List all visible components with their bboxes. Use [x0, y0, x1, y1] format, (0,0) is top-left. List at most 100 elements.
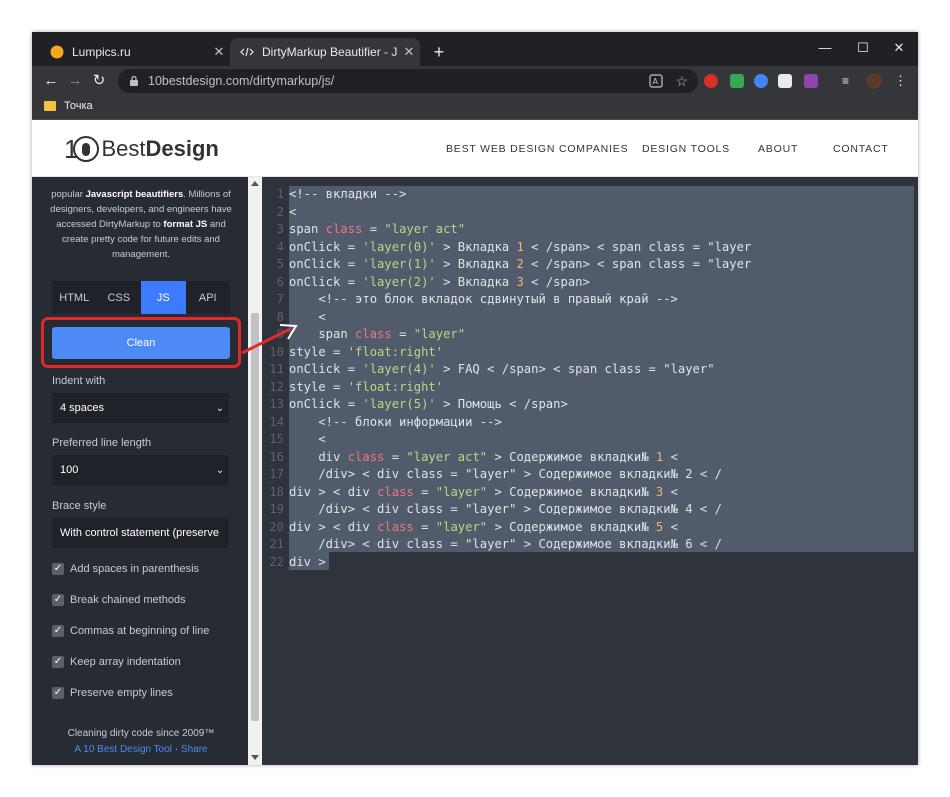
option-break-chained-methods[interactable]: ✓ Break chained methods	[52, 594, 186, 606]
nav-design-tools[interactable]: DESIGN TOOLS	[642, 143, 730, 155]
code-token: 'layer(5)'	[362, 397, 436, 411]
line-number: 3	[276, 222, 284, 236]
code-line: div >	[289, 555, 326, 569]
new-tab-button[interactable]: +	[428, 41, 450, 63]
code-line: <	[289, 205, 296, 219]
extension-vpn-icon[interactable]	[754, 74, 768, 88]
back-arrow-icon[interactable]: ←	[40, 70, 62, 92]
extension-opera-icon[interactable]	[704, 74, 718, 88]
code-token: div > < div	[289, 519, 378, 534]
extension-puzzle-icon[interactable]	[778, 74, 792, 88]
checkbox-checked-icon[interactable]: ✓	[52, 563, 64, 575]
checkbox-checked-icon[interactable]: ✓	[52, 656, 64, 668]
checkbox-checked-icon[interactable]: ✓	[52, 594, 64, 606]
best-design-tool-link[interactable]: A 10 Best Design Tool	[74, 744, 172, 755]
line-length-value: 100	[60, 464, 79, 476]
code-line: onClick = 'layer(4)' > FAQ < /span> < sp…	[289, 362, 715, 376]
checkbox-checked-icon[interactable]: ✓	[52, 625, 64, 637]
reading-list-icon[interactable]: ≡	[842, 74, 856, 88]
option-preserve-empty-lines[interactable]: ✓ Preserve empty lines	[52, 687, 173, 699]
code-token: 'layer(4)'	[362, 362, 436, 376]
nav-best-web-design-companies[interactable]: BEST WEB DESIGN COMPANIES	[446, 143, 628, 155]
tab-api[interactable]: API	[186, 281, 231, 314]
tab-css[interactable]: CSS	[97, 281, 142, 314]
code-token: class	[377, 484, 414, 499]
option-label: Commas at beginning of line	[70, 625, 210, 637]
code-line: span class = "layer act"	[289, 222, 465, 236]
extension-purple-icon[interactable]	[804, 74, 818, 88]
scroll-down-icon[interactable]	[251, 755, 259, 760]
code-token: 1	[516, 239, 524, 254]
code-token: =	[391, 327, 414, 341]
code-token: <!-- это блок вкладок сдвинутый в правый…	[289, 292, 678, 306]
code-token: 'layer(0)'	[362, 239, 436, 254]
logo-design: Design	[145, 136, 219, 161]
menu-dots-icon[interactable]: ⋮	[894, 74, 908, 88]
extension-music-icon[interactable]	[730, 74, 744, 88]
line-number: 15	[269, 432, 284, 446]
code-line: <!-- вкладки -->	[289, 187, 406, 201]
site-logo[interactable]: 10 1 Best Design	[64, 134, 219, 164]
code-token: "layer act"	[384, 222, 466, 236]
maximize-button[interactable]: ☐	[850, 38, 876, 58]
brace-style-label: Brace style	[52, 500, 107, 512]
option-keep-array-indentation[interactable]: ✓ Keep array indentation	[52, 656, 181, 668]
translate-icon[interactable]: A	[649, 74, 664, 88]
code-editor[interactable]: 1 <!-- вкладки --> 2 <3 span class = "layer …	[262, 177, 918, 765]
reload-icon[interactable]: ↻	[88, 70, 110, 92]
code-token: /div> < div class = "layer" > Содержимое…	[289, 537, 722, 551]
code-token: > Содержимое вкладки№	[487, 484, 656, 499]
checkbox-checked-icon[interactable]: ✓	[52, 687, 64, 699]
share-link[interactable]: Share	[181, 744, 208, 755]
code-token: 'layer(2)'	[362, 274, 436, 289]
line-number: 5	[276, 257, 284, 271]
forward-arrow-icon[interactable]: →	[64, 70, 86, 92]
tab-title: DirtyMarkup Beautifier - Javascrip	[262, 45, 398, 59]
close-tab-icon[interactable]: ✕	[208, 44, 230, 60]
code-token: style =	[289, 379, 348, 394]
tab-lumpics[interactable]: Lumpics.ru ✕	[40, 38, 230, 66]
options-sidebar: popular Javascript beautifiers. Millions…	[32, 177, 248, 765]
line-number: 21	[269, 537, 284, 551]
tab-dirtymarkup[interactable]: DirtyMarkup Beautifier - Javascrip ✕	[230, 38, 420, 66]
code-line: div > < div class = "layer" > Содержимое…	[289, 485, 678, 499]
line-number: 18	[269, 484, 284, 499]
code-token: =	[384, 449, 407, 464]
minimize-button[interactable]: —	[812, 38, 838, 58]
indent-value: 4 spaces	[60, 402, 105, 414]
indent-select[interactable]: 4 spaces ⌄	[52, 393, 229, 423]
address-bar[interactable]: 10bestdesign.com/dirtymarkup/js/ A ☆	[118, 69, 698, 93]
code-line: div > < div class = "layer" > Содержимое…	[289, 520, 678, 534]
nav-about[interactable]: ABOUT	[758, 143, 798, 155]
line-length-select[interactable]: 100 ⌄	[52, 455, 229, 485]
option-commas-at-beginning[interactable]: ✓ Commas at beginning of line	[52, 625, 209, 637]
option-add-spaces-in-parenthesis[interactable]: ✓ Add spaces in parenthesis	[52, 563, 199, 575]
language-tabs: HTML CSS JS API	[52, 281, 230, 314]
close-window-button[interactable]: ✕	[886, 38, 912, 58]
scrollbar-thumb[interactable]	[251, 313, 259, 721]
nav-contact[interactable]: CONTACT	[833, 143, 889, 155]
code-line: div class = "layer act" > Содержимое вкл…	[289, 450, 678, 464]
brace-style-select[interactable]: With control statement (preserve	[52, 518, 229, 548]
code-line: /div> < div class = "layer" > Содержимое…	[289, 467, 722, 481]
bookmark-star-icon[interactable]: ☆	[675, 73, 688, 90]
code-token: <	[663, 449, 678, 464]
line-number: 11	[269, 362, 284, 376]
code-token: > Вкладка	[435, 257, 517, 271]
line-number: 6	[276, 274, 284, 289]
line-number: 17	[269, 467, 284, 481]
scroll-up-icon[interactable]	[251, 181, 259, 186]
code-line: style = 'float:right'	[289, 345, 443, 359]
code-token: 3	[516, 274, 524, 289]
close-tab-icon[interactable]: ✕	[398, 44, 420, 60]
code-favicon-icon	[240, 47, 254, 57]
avatar[interactable]	[866, 73, 882, 89]
bookmarks-bar: Точка	[32, 96, 918, 120]
code-token: <!-- блоки информации -->	[289, 414, 502, 429]
bookmark-label: Точка	[64, 100, 93, 112]
sidebar-scrollbar[interactable]	[248, 177, 262, 765]
tab-js[interactable]: JS	[141, 281, 186, 314]
bookmark-tochka[interactable]: Точка	[44, 100, 93, 112]
annotation-highlight-box	[41, 317, 241, 368]
tab-html[interactable]: HTML	[52, 281, 97, 314]
